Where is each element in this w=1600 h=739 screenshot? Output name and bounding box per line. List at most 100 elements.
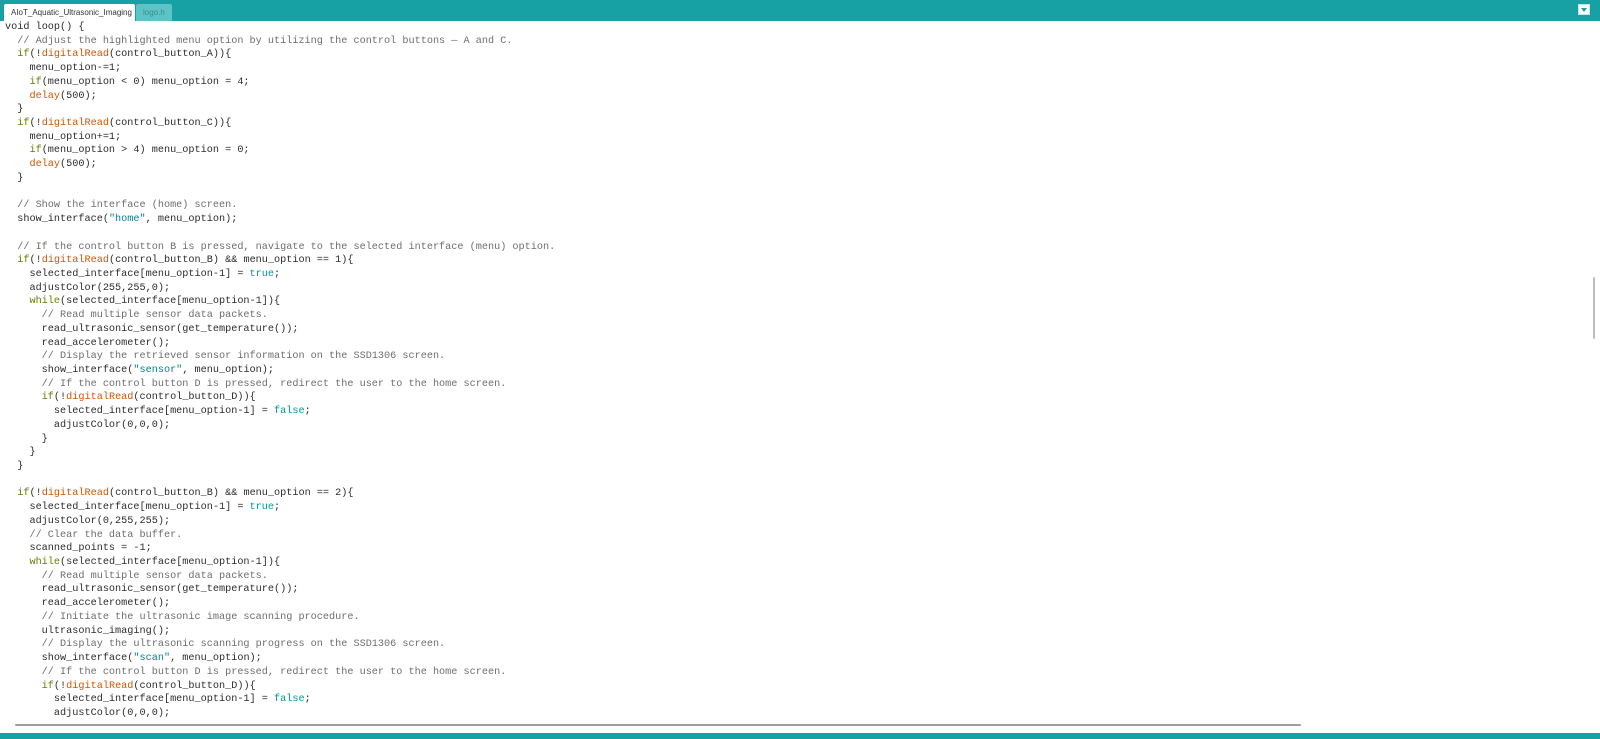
code-token: // If the control button D is pressed, r… bbox=[5, 378, 507, 390]
code-token: , menu_option); bbox=[145, 214, 238, 226]
code-token: adjustColor(0,0,0); bbox=[5, 707, 171, 719]
code-line: show_interface("home", menu_option); bbox=[5, 213, 555, 227]
code-line: if(menu_option < 0) menu_option = 4; bbox=[5, 76, 555, 90]
code-token: if bbox=[5, 76, 42, 88]
code-line: } bbox=[5, 103, 555, 117]
code-token: (control_button_D)){ bbox=[133, 680, 256, 692]
code-token: digitalRead bbox=[41, 118, 109, 130]
code-line: // If the control button B is pressed, n… bbox=[5, 241, 555, 255]
code-token: // If the control button B is pressed, n… bbox=[5, 241, 556, 253]
code-token: (selected_interface[menu_option-1]){ bbox=[60, 557, 281, 569]
code-line: selected_interface[menu_option-1] = fals… bbox=[5, 405, 555, 419]
code-line: if(!digitalRead(control_button_D)){ bbox=[5, 680, 555, 694]
code-token: ; bbox=[304, 406, 311, 418]
code-token: // Read multiple sensor data packets. bbox=[5, 570, 268, 582]
code-token: while bbox=[5, 557, 61, 569]
tab-aiot-aquatic-ultrasonic-imaging[interactable]: AIoT_Aquatic_Ultrasonic_Imaging bbox=[4, 4, 135, 21]
status-bar bbox=[0, 733, 1600, 739]
code-token: , menu_option); bbox=[182, 364, 275, 376]
code-line: menu_option-=1; bbox=[5, 62, 555, 76]
code-token: void bbox=[5, 22, 36, 33]
code-line: } bbox=[5, 433, 555, 447]
tab-menu-button[interactable] bbox=[1578, 4, 1590, 15]
code-line: // Initiate the ultrasonic image scannin… bbox=[5, 611, 555, 625]
code-line: void loop() { bbox=[5, 21, 555, 35]
code-line: adjustColor(0,0,0); bbox=[5, 419, 555, 433]
code-token: // Initiate the ultrasonic image scannin… bbox=[5, 611, 360, 623]
code-line: read_accelerometer(); bbox=[5, 597, 555, 611]
code-token: (! bbox=[53, 392, 67, 404]
code-token: selected_interface[menu_option-1] = bbox=[5, 268, 250, 280]
horizontal-scrollbar-thumb[interactable] bbox=[15, 724, 1301, 726]
code-token: (! bbox=[29, 488, 42, 500]
code-token: "sensor" bbox=[133, 364, 183, 376]
code-line: read_accelerometer(); bbox=[5, 337, 555, 351]
code-line: // Display the retrieved sensor informat… bbox=[5, 350, 555, 364]
code-token: digitalRead bbox=[41, 255, 109, 267]
code-token: if bbox=[5, 145, 42, 157]
code-token: digitalRead bbox=[66, 392, 134, 404]
code-line: adjustColor(255,255,0); bbox=[5, 282, 555, 296]
code-token: show_interface( bbox=[5, 214, 109, 226]
code-line: // If the control button D is pressed, r… bbox=[5, 666, 555, 680]
code-token: if bbox=[5, 118, 30, 130]
code-token: (control_button_C)){ bbox=[108, 118, 232, 130]
code-token: true bbox=[249, 268, 275, 280]
chevron-down-icon bbox=[1581, 8, 1587, 12]
code-token: while bbox=[5, 296, 61, 308]
vertical-scrollbar-thumb[interactable] bbox=[1593, 277, 1595, 339]
code-line: if(menu_option > 4) menu_option = 0; bbox=[5, 144, 555, 158]
code-token: if bbox=[5, 488, 30, 500]
code-token: (menu_option < 0) menu_option = 4; bbox=[41, 76, 250, 88]
code-line: // Clear the data buffer. bbox=[5, 529, 555, 543]
vertical-scrollbar[interactable] bbox=[1590, 21, 1600, 724]
code-token: (control_button_B) && menu_option == 2){ bbox=[108, 488, 354, 500]
tab-bar: AIoT_Aquatic_Ultrasonic_Imaging logo.h bbox=[0, 0, 1600, 21]
code-line: selected_interface[menu_option-1] = true… bbox=[5, 501, 555, 515]
code-token: (menu_option > 4) menu_option = 0; bbox=[41, 145, 250, 157]
code-token: "home" bbox=[108, 214, 146, 226]
code-editor[interactable]: void loop() { // Adjust the highlighted … bbox=[0, 21, 1590, 724]
code-token: adjustColor(0,255,255); bbox=[5, 515, 171, 527]
code-line: } bbox=[5, 460, 555, 474]
code-line: adjustColor(0,255,255); bbox=[5, 515, 555, 529]
code-line: // Read multiple sensor data packets. bbox=[5, 570, 555, 584]
code-line: } bbox=[5, 446, 555, 460]
code-token: } bbox=[5, 433, 48, 445]
code-token: (selected_interface[menu_option-1]){ bbox=[60, 296, 281, 308]
code-line: if(!digitalRead(control_button_A)){ bbox=[5, 48, 555, 62]
code-line: ultrasonic_imaging(); bbox=[5, 625, 555, 639]
code-token: (500); bbox=[60, 90, 97, 102]
code-lines: void loop() { // Adjust the highlighted … bbox=[5, 21, 555, 721]
code-line: menu_option+=1; bbox=[5, 131, 555, 145]
code-line: // Adjust the highlighted menu option by… bbox=[5, 35, 555, 49]
code-token: // Clear the data buffer. bbox=[5, 529, 183, 541]
code-token: ultrasonic_imaging(); bbox=[5, 625, 171, 637]
code-token: if bbox=[5, 392, 54, 404]
code-token: digitalRead bbox=[41, 49, 109, 61]
code-line: while(selected_interface[menu_option-1])… bbox=[5, 556, 555, 570]
code-line: selected_interface[menu_option-1] = true… bbox=[5, 268, 555, 282]
code-token: selected_interface[menu_option-1] = bbox=[5, 502, 250, 514]
code-token: read_ultrasonic_sensor(get_temperature()… bbox=[5, 323, 299, 335]
code-token: scanned_points = -1; bbox=[5, 543, 152, 555]
code-token: if bbox=[5, 49, 30, 61]
code-token: } bbox=[5, 104, 24, 116]
code-line: // If the control button D is pressed, r… bbox=[5, 378, 555, 392]
code-token: digitalRead bbox=[66, 680, 134, 692]
code-token: ; bbox=[274, 502, 281, 514]
code-token: // If the control button D is pressed, r… bbox=[5, 666, 507, 678]
code-token: , menu_option); bbox=[170, 653, 262, 665]
code-token: "scan" bbox=[133, 653, 171, 665]
code-line: delay(500); bbox=[5, 90, 555, 104]
code-token: if bbox=[5, 680, 54, 692]
code-token: if bbox=[5, 255, 30, 267]
code-token: // Read multiple sensor data packets. bbox=[5, 310, 268, 322]
code-token: (! bbox=[53, 680, 67, 692]
code-token: read_accelerometer(); bbox=[5, 337, 171, 349]
tab-logo-h[interactable]: logo.h bbox=[136, 4, 172, 21]
code-token: read_accelerometer(); bbox=[5, 598, 171, 610]
